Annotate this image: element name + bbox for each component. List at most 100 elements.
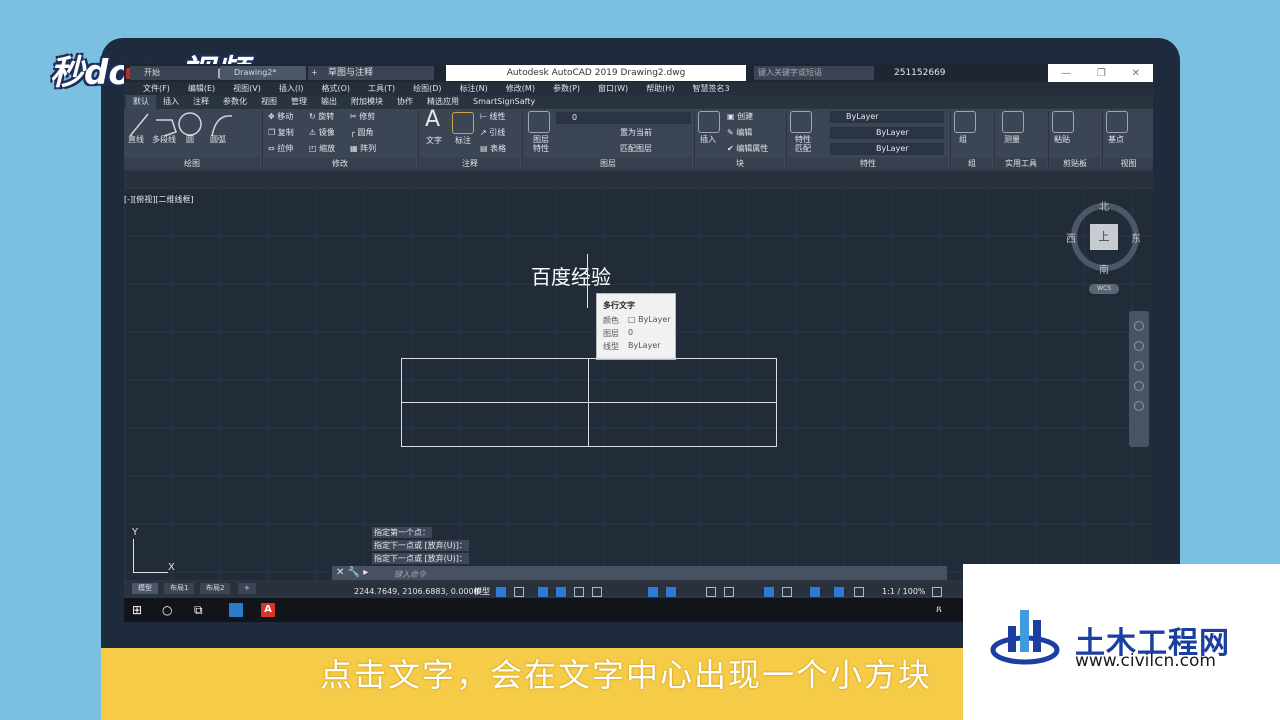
menu-modify[interactable]: 修改(M) — [497, 82, 544, 95]
rotate-tool[interactable]: ↻ 旋转 — [309, 112, 334, 122]
mtext-object[interactable]: 百度经验 — [531, 261, 611, 290]
table-line[interactable] — [401, 446, 777, 447]
tab-drawing2[interactable]: Drawing2* — [220, 66, 306, 80]
paste-icon[interactable] — [1052, 111, 1074, 133]
osnap-icon[interactable] — [648, 587, 658, 597]
minimize-icon[interactable]: — — [1061, 68, 1071, 79]
stretch-tool[interactable]: ⇔ 拉伸 — [268, 144, 293, 154]
ortho-icon[interactable] — [538, 587, 548, 597]
menu-window[interactable]: 窗口(W) — [589, 82, 637, 95]
menu-edit[interactable]: 编辑(E) — [179, 82, 224, 95]
match-layer-button[interactable]: 匹配图层 — [620, 144, 652, 154]
leader-tool[interactable]: ↗ 引线 — [480, 128, 505, 138]
edit-block-tool[interactable]: ✎ 编辑 — [727, 128, 752, 138]
autocad-taskbar-icon[interactable]: A — [261, 603, 275, 617]
table-tool[interactable]: ▤ 表格 — [480, 144, 506, 154]
table-line[interactable] — [776, 358, 777, 447]
tab-model[interactable]: 模型 — [132, 583, 158, 594]
model-space-button[interactable]: 模型 — [474, 585, 490, 599]
compass-west[interactable]: 西 — [1066, 230, 1076, 245]
close-command-icon[interactable]: ✕ 🔧 ▸ — [336, 567, 368, 578]
text-tool[interactable]: 文字 — [426, 136, 442, 146]
measure-icon[interactable] — [1002, 111, 1024, 133]
insert-tool[interactable]: 插入 — [700, 135, 716, 145]
create-block-tool[interactable]: ▣ 创建 — [727, 112, 753, 122]
utilities-panel-title[interactable]: 实用工具 — [996, 158, 1046, 170]
drawing-canvas[interactable] — [124, 188, 1153, 580]
group-tool[interactable]: 组 — [959, 135, 967, 145]
table-line[interactable] — [401, 402, 777, 403]
selection-cycling-icon[interactable] — [724, 587, 734, 597]
scale-tool[interactable]: ◰ 缩放 — [309, 144, 335, 154]
mirror-tool[interactable]: ⚠ 镜像 — [309, 128, 335, 138]
linear-tool[interactable]: ⊢ 线性 — [480, 112, 506, 122]
tab-default[interactable]: 默认 — [126, 95, 156, 109]
move-tool[interactable]: ✥ 移动 — [268, 112, 293, 122]
close-icon[interactable]: ✕ — [1132, 68, 1140, 79]
set-current-button[interactable]: 置为当前 — [620, 128, 652, 138]
tab-parametric[interactable]: 参数化 — [216, 95, 254, 109]
polyline-tool[interactable]: 多段线 — [152, 135, 176, 145]
group-icon[interactable] — [954, 111, 976, 133]
array-tool[interactable]: ▦ 阵列 — [350, 144, 376, 154]
menu-view[interactable]: 视图(V) — [224, 82, 270, 95]
annotation-scale[interactable]: 1:1 / 100% — [882, 585, 926, 599]
tab-start[interactable]: 开始 — [130, 66, 218, 80]
auto-scale-icon[interactable] — [854, 587, 864, 597]
annotation-panel-title[interactable]: 注释 — [420, 158, 520, 170]
table-line[interactable] — [588, 358, 589, 446]
transparency-icon[interactable] — [706, 587, 716, 597]
steering-wheel-icon[interactable] — [1134, 321, 1144, 331]
match-properties-icon[interactable] — [790, 111, 812, 133]
command-input[interactable]: 键入命令 — [394, 569, 426, 580]
tab-smartsign[interactable]: SmartSignSafty — [466, 95, 542, 109]
tab-addins[interactable]: 附加模块 — [344, 95, 390, 109]
menu-tools[interactable]: 工具(T) — [359, 82, 404, 95]
paste-tool[interactable]: 粘贴 — [1054, 135, 1070, 145]
compass-east[interactable]: 东 — [1131, 230, 1141, 245]
base-view-icon[interactable] — [1106, 111, 1128, 133]
layers-panel-title[interactable]: 图层 — [524, 158, 692, 170]
lineweight-icon[interactable] — [666, 587, 676, 597]
block-panel-title[interactable]: 块 — [696, 158, 784, 170]
layer-properties-icon[interactable] — [528, 111, 550, 133]
viewcube-top[interactable]: 上 — [1090, 224, 1118, 250]
search-input[interactable]: 键入关键字或短语 — [754, 66, 874, 80]
tab-insert[interactable]: 插入 — [156, 95, 186, 109]
lineweight-dropdown[interactable]: ByLayer — [830, 127, 944, 139]
line-tool[interactable]: 直线 — [128, 135, 144, 145]
groups-panel-title[interactable]: 组 — [952, 158, 992, 170]
arc-tool[interactable]: 圆弧 — [210, 135, 226, 145]
clipboard-panel-title[interactable]: 剪贴板 — [1050, 158, 1100, 170]
app-icon[interactable] — [229, 603, 243, 617]
people-icon[interactable]: ጸ — [936, 603, 950, 617]
task-view-icon[interactable]: ⧉ — [194, 603, 208, 617]
menu-dimension[interactable]: 标注(N) — [451, 82, 497, 95]
menu-format[interactable]: 格式(O) — [312, 82, 359, 95]
insert-block-icon[interactable] — [698, 111, 720, 133]
windows-start-icon[interactable]: ⊞ — [132, 603, 146, 617]
isodraft-icon[interactable] — [574, 587, 584, 597]
tab-layout2[interactable]: 布局2 — [200, 583, 231, 594]
modify-panel-title[interactable]: 修改 — [264, 158, 416, 170]
annotation-visibility-icon[interactable] — [834, 587, 844, 597]
coordinates-readout[interactable]: 2244.7649, 2106.6883, 0.0000 — [354, 585, 479, 599]
add-layout-button[interactable]: + — [238, 583, 256, 594]
tab-layout1[interactable]: 布局1 — [164, 583, 195, 594]
base-tool[interactable]: 基点 — [1108, 135, 1124, 145]
orbit-icon[interactable] — [1134, 381, 1144, 391]
gizmo-icon[interactable] — [810, 587, 820, 597]
tab-annotate[interactable]: 注释 — [186, 95, 216, 109]
table-line[interactable] — [401, 358, 402, 446]
menu-parametric[interactable]: 参数(P) — [544, 82, 589, 95]
compass-north[interactable]: 北 — [1099, 198, 1109, 213]
dimension-tool[interactable]: 标注 — [455, 136, 471, 146]
search-icon[interactable]: ○ — [162, 603, 176, 617]
new-tab-button[interactable]: + — [308, 66, 322, 80]
view-panel-title[interactable]: 视图 — [1104, 158, 1153, 170]
measure-tool[interactable]: 测量 — [1004, 135, 1020, 145]
menu-file[interactable]: 文件(F) — [134, 82, 179, 95]
menu-draw[interactable]: 绘图(D) — [404, 82, 450, 95]
fillet-tool[interactable]: ╭ 圆角 — [350, 128, 373, 138]
pan-icon[interactable] — [1134, 341, 1144, 351]
